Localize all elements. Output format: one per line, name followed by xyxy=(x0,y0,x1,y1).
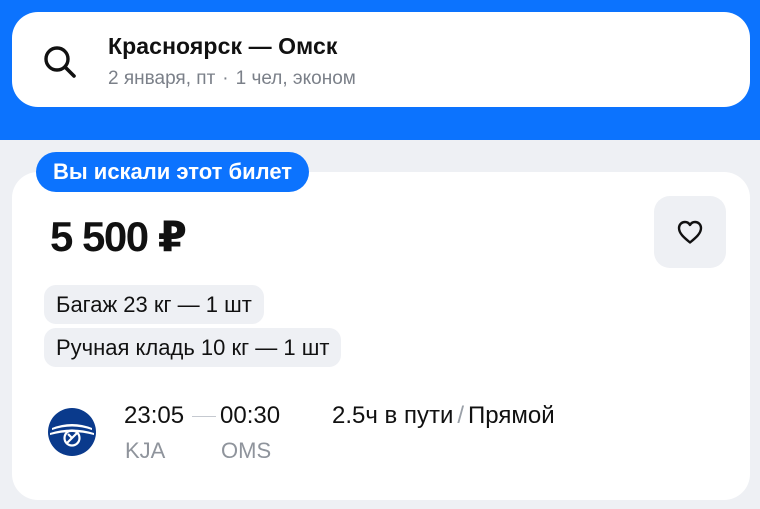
route-title: Красноярск — Омск xyxy=(108,33,338,59)
search-bar[interactable]: Красноярск — Омск 2 января, пт · 1 чел, эк… xyxy=(12,12,750,107)
ticket-price: 5 500 ₽ xyxy=(50,213,187,260)
searched-ticket-badge: Вы искали этот билет xyxy=(36,152,310,192)
baggage-chip: Багаж 23 кг — 1 шт xyxy=(44,285,264,324)
arrival-airport-code: OMS xyxy=(221,438,272,463)
flight-info-separator: / xyxy=(457,402,465,429)
flight-duration: 2.5ч в пути xyxy=(332,402,454,429)
departure-airport-code: KJA xyxy=(125,438,166,463)
search-date: 2 января, пт xyxy=(108,68,216,89)
heart-icon xyxy=(677,220,703,244)
time-connector xyxy=(192,416,216,417)
search-params: 2 января, пт · 1 чел, эконом xyxy=(108,68,356,90)
search-icon[interactable] xyxy=(40,42,80,82)
favorite-button[interactable] xyxy=(654,196,726,268)
search-passengers: 1 чел, эконом xyxy=(235,68,356,89)
flight-info: 2.5ч в пути / Прямой xyxy=(332,402,555,430)
arrival-time: 00:30 xyxy=(220,402,281,429)
airline-logo xyxy=(48,408,96,456)
departure-time: 23:05 xyxy=(124,402,185,429)
params-separator: · xyxy=(222,68,229,89)
hand-luggage-chip: Ручная кладь 10 кг — 1 шт xyxy=(44,328,342,367)
flight-type: Прямой xyxy=(468,402,555,429)
